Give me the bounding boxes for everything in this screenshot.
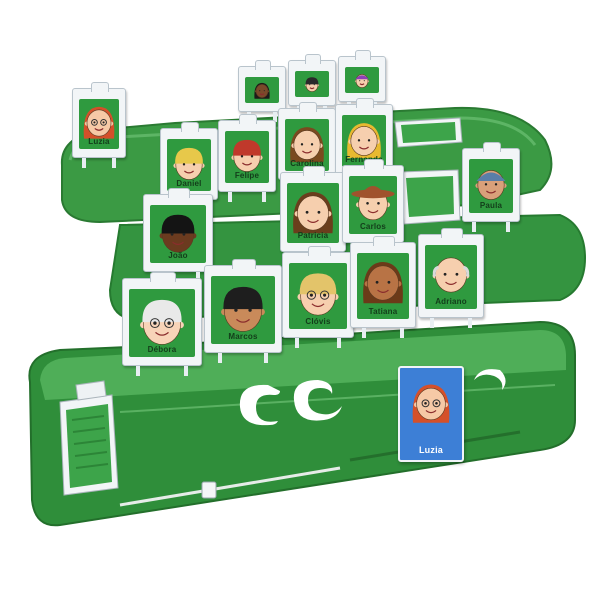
card-frame: Luzia — [72, 82, 126, 158]
card-frame: Débora — [122, 272, 202, 366]
card-hinge — [298, 102, 318, 112]
card-frame: Carlos — [342, 159, 404, 243]
card-panel: Luzia — [79, 99, 119, 149]
card-name-label: Tatiana — [368, 307, 398, 316]
face-portrait-icon — [252, 79, 272, 104]
character-card[interactable]: Adriano — [418, 228, 484, 328]
character-card[interactable]: Felipe — [218, 114, 276, 202]
card-frame: Paula — [462, 142, 520, 222]
card-hinge — [167, 188, 191, 198]
card-panel — [245, 77, 279, 103]
card-hinge — [441, 228, 463, 238]
character-card[interactable] — [338, 50, 386, 112]
character-card[interactable]: Marcos — [204, 259, 282, 363]
card-stack-icon[interactable] — [399, 169, 461, 225]
card-name-label: Adriano — [435, 297, 467, 306]
secret-character-card[interactable]: Luzia — [398, 366, 464, 462]
card-hinge — [364, 159, 384, 169]
face-portrait-icon — [425, 247, 477, 304]
character-card[interactable]: Débora — [122, 272, 202, 376]
character-card[interactable]: Clóvis — [282, 246, 354, 348]
card-name-label: Daniel — [176, 179, 202, 188]
card-frame: Patricia — [280, 166, 346, 252]
card-panel: Carolina — [285, 119, 329, 171]
card-name-label: Carlos — [359, 222, 387, 231]
card-name-label: Luzia — [88, 137, 110, 146]
card-panel: Débora — [129, 289, 195, 357]
card-hinge — [373, 236, 395, 246]
card-frame — [338, 50, 386, 102]
card-panel: João — [150, 205, 206, 263]
card-panel: Daniel — [167, 139, 211, 191]
card-hinge — [355, 50, 371, 60]
card-hinge — [305, 54, 321, 64]
character-card[interactable] — [238, 60, 286, 122]
card-frame: João — [143, 188, 213, 272]
card-hinge — [91, 82, 109, 92]
character-card[interactable]: Luzia — [72, 82, 126, 168]
card-panel — [345, 67, 379, 93]
card-panel: Adriano — [425, 245, 477, 309]
card-name-label: João — [168, 251, 188, 260]
card-frame — [288, 54, 336, 106]
card-hinge — [482, 142, 502, 152]
card-hinge — [180, 122, 200, 132]
card-stand — [81, 158, 117, 168]
card-name-label: Patricia — [297, 231, 329, 240]
card-panel: Paula — [469, 159, 513, 213]
card-panel: Patricia — [287, 183, 339, 243]
card-name-label: Felipe — [234, 171, 260, 180]
card-stack-icon[interactable] — [394, 117, 463, 148]
card-panel: Clóvis — [289, 263, 347, 329]
face-portrait-icon — [302, 73, 322, 98]
card-panel: Marcos — [211, 276, 275, 344]
card-name-label: Marcos — [228, 332, 258, 341]
card-hinge — [355, 98, 375, 108]
card-hinge — [231, 259, 257, 269]
card-panel: Tatiana — [357, 253, 409, 319]
face-portrait-icon — [357, 255, 409, 312]
card-stand — [361, 328, 405, 338]
card-panel: Carlos — [349, 176, 397, 234]
card-stand — [429, 318, 473, 328]
character-card[interactable]: João — [143, 188, 213, 282]
secret-card-name: Luzia — [418, 445, 443, 455]
card-frame: Clóvis — [282, 246, 354, 338]
card-stand — [294, 338, 342, 348]
card-stand — [218, 353, 268, 363]
character-card[interactable]: Patricia — [280, 166, 346, 262]
character-card[interactable]: Tatiana — [350, 236, 416, 338]
slider-handle-icon[interactable] — [201, 481, 217, 499]
card-frame: Adriano — [418, 228, 484, 318]
card-frame: Felipe — [218, 114, 276, 192]
card-panel — [295, 71, 329, 97]
character-card[interactable]: Paula — [462, 142, 520, 232]
card-frame: Marcos — [204, 259, 282, 353]
card-hinge — [150, 272, 176, 282]
card-hinge — [238, 114, 258, 124]
card-frame: Tatiana — [350, 236, 416, 328]
card-stand — [136, 366, 188, 376]
card-stand — [472, 222, 510, 232]
card-hinge — [303, 166, 325, 176]
card-frame — [238, 60, 286, 112]
character-card[interactable] — [288, 54, 336, 116]
face-portrait-icon — [407, 378, 455, 431]
card-hinge — [255, 60, 271, 70]
card-stand — [228, 192, 266, 202]
card-name-label: Débora — [147, 345, 177, 354]
face-portrait-icon — [352, 69, 372, 94]
card-name-label: Paula — [479, 201, 503, 210]
character-card[interactable]: Carlos — [342, 159, 404, 253]
card-hinge — [307, 246, 331, 256]
card-panel: Felipe — [225, 131, 269, 183]
card-name-label: Clóvis — [305, 317, 331, 326]
